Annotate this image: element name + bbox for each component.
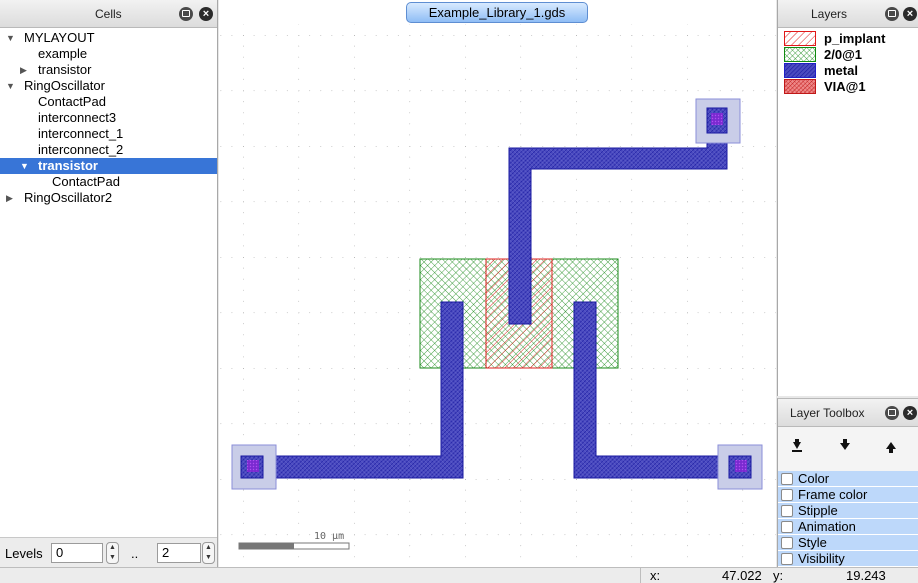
expanded-arrow-icon[interactable]: ▼ <box>6 78 15 94</box>
restore-icon[interactable] <box>885 7 899 21</box>
toolbox-option[interactable]: Style <box>778 535 918 551</box>
option-checkbox[interactable] <box>781 473 793 485</box>
layout-drawing[interactable]: 10 µm <box>219 0 776 567</box>
cell-tree-label: ContactPad <box>52 174 120 189</box>
levels-label: Levels <box>5 546 43 561</box>
layer-row[interactable]: 2/0@1 <box>784 47 916 62</box>
move-up-icon[interactable] <box>884 439 898 453</box>
cell-tree-item[interactable]: interconnect_1 <box>0 126 217 142</box>
level-to-input[interactable]: 2 <box>157 543 201 563</box>
cell-tree-item[interactable]: ▶ transistor <box>0 62 217 78</box>
layer-swatch <box>784 31 816 46</box>
toolbox-option-label: Visibility <box>798 551 845 566</box>
layer-toolbox: Layer Toolbox × Color Frame color Stipple A… <box>777 398 918 567</box>
cell-tree: ▼ MYLAYOUT example ▶ transistor ▼ RingOscillat… <box>0 30 217 206</box>
layer-swatch <box>784 47 816 62</box>
cell-tree-label: MYLAYOUT <box>24 30 95 45</box>
move-to-bottom-icon[interactable] <box>790 439 804 453</box>
cell-tree-label: interconnect_1 <box>38 126 124 141</box>
close-icon[interactable]: × <box>903 406 917 420</box>
layers-panel-title: Layers <box>811 7 848 21</box>
cell-tree-item[interactable]: ContactPad <box>0 174 217 190</box>
layout-canvas[interactable]: 10 µm Example_Library_1.gds <box>219 0 776 567</box>
close-icon[interactable]: × <box>199 7 213 21</box>
toolbox-option-label: Style <box>798 535 827 550</box>
collapsed-arrow-icon[interactable]: ▶ <box>6 190 13 206</box>
toolbox-header: Layer Toolbox × <box>778 399 918 427</box>
layer-name: 2/0@1 <box>824 47 862 62</box>
layer-row[interactable]: metal <box>784 63 916 78</box>
move-down-icon[interactable] <box>838 439 852 453</box>
restore-icon[interactable] <box>885 406 899 420</box>
option-checkbox[interactable] <box>781 537 793 549</box>
layer-name: VIA@1 <box>824 79 866 94</box>
toolbox-option-label: Frame color <box>798 487 868 502</box>
layer-swatch <box>784 79 816 94</box>
layout-editor-window: Cells × ▼ MYLAYOUT example ▶ transistor ▼ Ring… <box>0 0 918 583</box>
cell-tree-label: RingOscillator <box>24 78 105 93</box>
cells-panel: Cells × ▼ MYLAYOUT example ▶ transistor ▼ Ring… <box>0 0 218 567</box>
via-top <box>711 113 723 125</box>
cell-tree-label: ContactPad <box>38 94 106 109</box>
restore-icon[interactable] <box>179 7 193 21</box>
cell-tree-item[interactable]: ContactPad <box>0 94 217 110</box>
cell-tree-item[interactable]: ▼ transistor <box>0 158 217 174</box>
toolbox-option-label: Animation <box>798 519 856 534</box>
layers-panel: Layers × p_implant 2/0@1 metal VIA@1 <box>777 0 918 396</box>
expanded-arrow-icon[interactable]: ▼ <box>20 158 29 174</box>
y-value: 19.243 <box>846 568 886 583</box>
toolbox-option-label: Stipple <box>798 503 838 518</box>
scale-label: 10 µm <box>314 531 344 542</box>
level-to-stepper[interactable]: ▲ ▼ <box>202 542 215 564</box>
toolbox-option[interactable]: Stipple <box>778 503 918 519</box>
cell-tree-label: interconnect3 <box>38 110 117 125</box>
toolbox-option[interactable]: Frame color <box>778 487 918 503</box>
option-checkbox[interactable] <box>781 553 793 565</box>
y-label: y: <box>773 568 784 583</box>
level-from-stepper[interactable]: ▲ ▼ <box>106 542 119 564</box>
cell-tree-item[interactable]: ▼ RingOscillator <box>0 78 217 94</box>
toolbox-option-label: Color <box>798 471 830 486</box>
cell-tree-label: transistor <box>38 62 92 77</box>
cell-tree-item[interactable]: ▼ MYLAYOUT <box>0 30 217 46</box>
cell-tree-item[interactable]: example <box>0 46 217 62</box>
cell-tree-item[interactable]: interconnect3 <box>0 110 217 126</box>
cell-tree-label: interconnect_2 <box>38 142 124 157</box>
layer-name: metal <box>824 63 858 78</box>
expanded-arrow-icon[interactable]: ▼ <box>6 30 15 46</box>
level-separator: .. <box>131 546 139 561</box>
layer-name: p_implant <box>824 31 886 46</box>
cell-tree-label: transistor <box>38 158 98 173</box>
level-from-input[interactable]: 0 <box>51 543 103 563</box>
via-right <box>735 460 747 472</box>
option-checkbox[interactable] <box>781 521 793 533</box>
toolbox-option[interactable]: Visibility <box>778 551 918 567</box>
cells-panel-header: Cells × <box>0 0 217 28</box>
cell-tree-item[interactable]: ▶ RingOscillator2 <box>0 190 217 206</box>
levels-bar: Levels 0 ▲ ▼ .. 2 ▲ ▼ <box>0 537 217 567</box>
cell-tree-label: example <box>38 46 88 61</box>
cell-tree-label: RingOscillator2 <box>24 190 113 205</box>
close-icon[interactable]: × <box>903 7 917 21</box>
document-tab[interactable]: Example_Library_1.gds <box>406 2 588 23</box>
toolbox-arrow-bar <box>778 429 918 465</box>
toolbox-option[interactable]: Animation <box>778 519 918 535</box>
option-checkbox[interactable] <box>781 505 793 517</box>
toolbox-title: Layer Toolbox <box>790 406 865 420</box>
x-value: 47.022 <box>722 568 762 583</box>
x-label: x: <box>650 568 661 583</box>
toolbox-option[interactable]: Color <box>778 471 918 487</box>
layer-swatch <box>784 63 816 78</box>
layer-row[interactable]: p_implant <box>784 31 916 46</box>
layers-panel-header: Layers × <box>778 0 918 28</box>
cell-tree-item[interactable]: interconnect_2 <box>0 142 217 158</box>
collapsed-arrow-icon[interactable]: ▶ <box>20 62 27 78</box>
status-bar: x: 47.022 y: 19.243 <box>0 567 918 583</box>
option-checkbox[interactable] <box>781 489 793 501</box>
layer-row[interactable]: VIA@1 <box>784 79 916 94</box>
via-left <box>247 460 259 472</box>
cells-panel-title: Cells <box>95 7 122 21</box>
